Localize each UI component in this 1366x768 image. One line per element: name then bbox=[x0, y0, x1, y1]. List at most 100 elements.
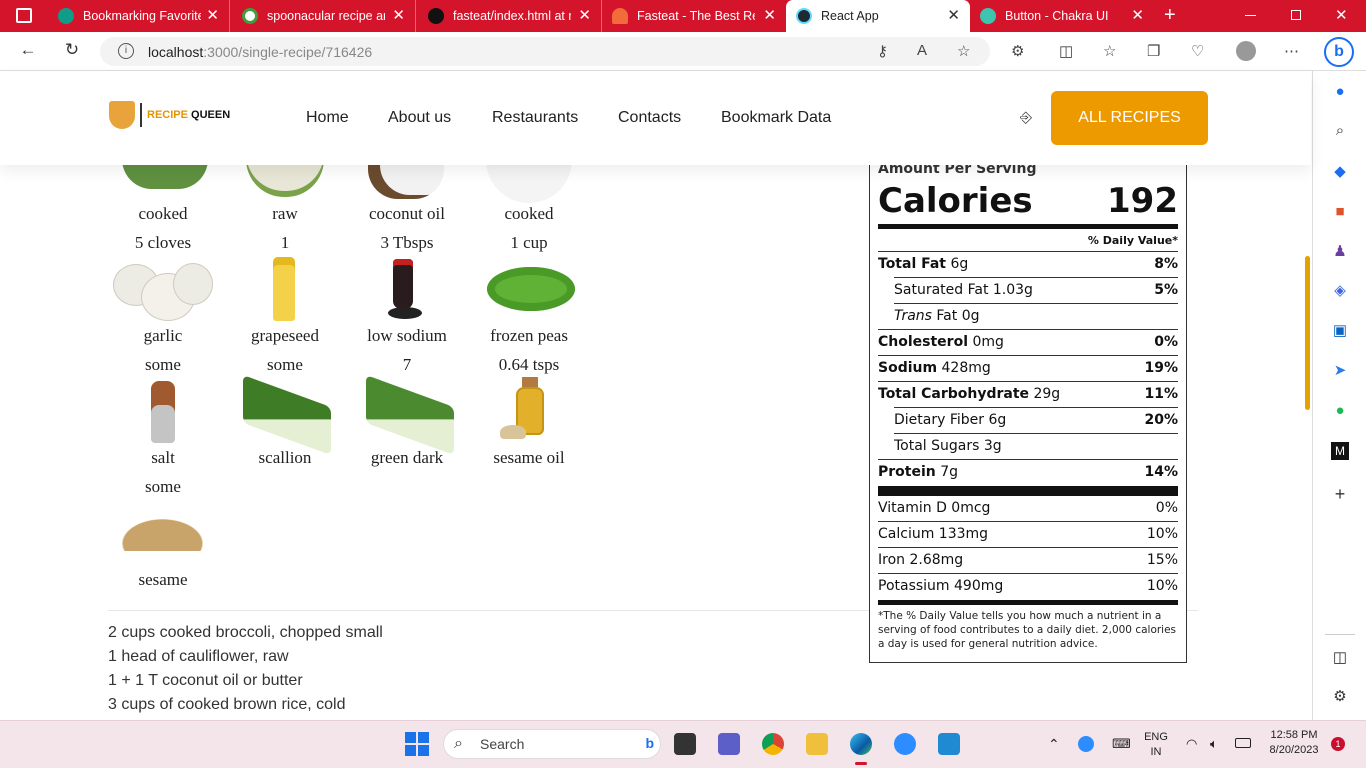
tab-favicon-icon bbox=[58, 8, 74, 24]
nutrient-row: Protein 7g 14% bbox=[878, 459, 1178, 485]
sesame-oil-image bbox=[500, 377, 558, 443]
tab-2[interactable]: spoonacular recipe and ✕ bbox=[232, 0, 416, 32]
extensions-icon[interactable]: ⚙ bbox=[1011, 42, 1024, 60]
close-icon[interactable]: ✕ bbox=[206, 8, 219, 23]
close-icon[interactable]: ✕ bbox=[947, 8, 960, 23]
refresh-icon[interactable]: ↻ bbox=[60, 40, 84, 60]
github-icon bbox=[428, 8, 444, 24]
daily-value-footnote: *The % Daily Value tells you how much a … bbox=[878, 610, 1177, 650]
favorite-star-icon[interactable]: ☆ bbox=[957, 42, 970, 60]
tab-strip: Bookmarking Favorite ✕ spoonacular recipe… bbox=[0, 0, 1366, 32]
peas-image bbox=[487, 267, 575, 311]
nutrient-row: Trans Fat 0g bbox=[894, 303, 1178, 329]
nav-about[interactable]: About us bbox=[388, 109, 451, 127]
ingredient-desc: sesame oil bbox=[493, 448, 565, 467]
nutrient-name: Total Fat bbox=[878, 256, 947, 272]
address-bar[interactable]: i localhost:3000/single-recipe/716426 bbox=[100, 37, 990, 66]
mineral-pct: 10% bbox=[1146, 578, 1178, 594]
start-icon[interactable] bbox=[405, 732, 429, 756]
copilot-icon[interactable]: ◈ bbox=[1331, 282, 1349, 300]
mineral-pct: 15% bbox=[1146, 552, 1178, 568]
split-screen-icon[interactable]: ◫ bbox=[1059, 42, 1073, 60]
restore-icon[interactable] bbox=[1291, 10, 1301, 20]
bell-icon[interactable]: ● bbox=[1331, 83, 1349, 101]
tab-title: Fasteat - The Best Rest bbox=[637, 9, 755, 23]
tab-active[interactable]: React App ✕ bbox=[786, 0, 970, 32]
nav-contacts[interactable]: Contacts bbox=[618, 109, 681, 127]
mineral-row: Calcium 133mg 10% bbox=[878, 521, 1178, 547]
favorites-icon[interactable]: ☆ bbox=[1103, 42, 1116, 60]
new-tab-icon[interactable]: + bbox=[1164, 4, 1176, 27]
outlook-icon[interactable]: ▣ bbox=[1331, 322, 1349, 340]
tools-icon[interactable]: ■ bbox=[1331, 203, 1349, 221]
tab-6[interactable]: Button - Chakra UI ✕ bbox=[970, 0, 1154, 32]
instruction-line: 3 cups of cooked brown rice, cold bbox=[108, 696, 346, 713]
nav-restaurants[interactable]: Restaurants bbox=[492, 109, 578, 127]
grapeseed-oil-image bbox=[273, 257, 295, 321]
clock[interactable]: 12:58 PM 8/20/2023 bbox=[1262, 729, 1326, 756]
logo[interactable]: RECIPE QUEEN bbox=[109, 101, 230, 129]
tab-3[interactable]: fasteat/index.html at m ✕ bbox=[418, 0, 602, 32]
file-explorer-icon[interactable] bbox=[806, 733, 828, 755]
scrollbar-thumb[interactable] bbox=[1305, 256, 1310, 410]
lang-primary: ENG bbox=[1144, 731, 1168, 743]
tab-actions-icon[interactable] bbox=[16, 8, 32, 23]
teams-icon[interactable] bbox=[718, 733, 740, 755]
bing-icon[interactable]: b bbox=[1324, 37, 1354, 67]
ingredient-desc: low sodium bbox=[367, 326, 447, 345]
coconut-oil-image bbox=[368, 159, 444, 199]
chrome-icon[interactable] bbox=[762, 733, 784, 755]
back-icon[interactable]: ← bbox=[16, 40, 40, 60]
tab-4[interactable]: Fasteat - The Best Rest ✕ bbox=[602, 0, 786, 32]
send-icon[interactable]: ➤ bbox=[1331, 362, 1349, 380]
spotify-icon[interactable]: ● bbox=[1331, 402, 1349, 420]
medium-icon[interactable]: M bbox=[1331, 442, 1349, 460]
vscode-icon[interactable] bbox=[938, 733, 960, 755]
settings-icon[interactable]: ⚙ bbox=[1331, 688, 1349, 706]
login-icon[interactable]: ⎆ bbox=[1020, 109, 1032, 126]
zoom-icon[interactable] bbox=[894, 733, 916, 755]
tag-icon[interactable]: ◆ bbox=[1331, 163, 1349, 181]
battery-icon[interactable] bbox=[1235, 738, 1251, 748]
close-icon[interactable]: ✕ bbox=[1131, 8, 1144, 23]
search-icon: ⌕ bbox=[454, 735, 463, 752]
performance-icon[interactable]: ♡ bbox=[1191, 42, 1204, 60]
mineral-name: Calcium 133mg bbox=[878, 526, 989, 542]
all-recipes-button[interactable]: ALL RECIPES bbox=[1051, 91, 1208, 145]
read-aloud-icon[interactable]: A bbox=[917, 42, 927, 59]
nutrient-pct: 19% bbox=[1144, 360, 1178, 376]
mineral-row: Potassium 490mg 10% bbox=[878, 573, 1178, 599]
language-indicator[interactable]: ENG IN bbox=[1140, 731, 1172, 758]
close-icon[interactable]: ✕ bbox=[578, 8, 591, 23]
close-window-icon[interactable]: ✕ bbox=[1335, 6, 1348, 24]
mineral-row: Vitamin D 0mcg 0% bbox=[878, 496, 1178, 522]
ingredient-desc: green dark bbox=[370, 448, 444, 467]
tab-1[interactable]: Bookmarking Favorite ✕ bbox=[48, 0, 230, 32]
taskbar-search[interactable]: ⌕ Search b bbox=[443, 729, 661, 759]
instruction-line: 2 cups cooked broccoli, chopped small bbox=[108, 624, 383, 641]
games-icon[interactable]: ♟ bbox=[1331, 243, 1349, 261]
chevron-up-icon[interactable]: ⌃ bbox=[1048, 736, 1060, 753]
close-icon[interactable]: ✕ bbox=[763, 8, 776, 23]
sidebar-toggle-icon[interactable]: ◫ bbox=[1331, 649, 1349, 667]
search-icon[interactable]: ⌕ bbox=[1331, 122, 1349, 140]
zoom-tray-icon[interactable] bbox=[1078, 736, 1094, 752]
add-icon[interactable]: + bbox=[1331, 485, 1349, 503]
volume-icon[interactable]: 🔈︎ bbox=[1210, 736, 1218, 752]
collections-icon[interactable]: ❐ bbox=[1147, 42, 1160, 60]
nutrient-name: Saturated Fat 1.03g bbox=[894, 282, 1033, 298]
nav-bookmark-data[interactable]: Bookmark Data bbox=[721, 109, 831, 127]
nav-home[interactable]: Home bbox=[306, 109, 349, 127]
close-icon[interactable]: ✕ bbox=[392, 8, 405, 23]
info-icon[interactable]: i bbox=[118, 43, 134, 59]
avatar[interactable] bbox=[1236, 41, 1256, 61]
nutrient-row: Total Sugars 3g bbox=[894, 433, 1178, 459]
wifi-icon[interactable]: ◠ bbox=[1186, 736, 1197, 752]
minimize-icon[interactable] bbox=[1245, 15, 1256, 16]
key-icon[interactable]: ⚷ bbox=[877, 42, 888, 60]
more-icon[interactable]: ⋯ bbox=[1284, 42, 1299, 60]
task-view-icon[interactable] bbox=[674, 733, 696, 755]
notification-badge[interactable]: 1 bbox=[1331, 737, 1345, 751]
edge-icon[interactable] bbox=[850, 733, 872, 755]
keyboard-icon[interactable]: ⌨ bbox=[1112, 736, 1131, 752]
